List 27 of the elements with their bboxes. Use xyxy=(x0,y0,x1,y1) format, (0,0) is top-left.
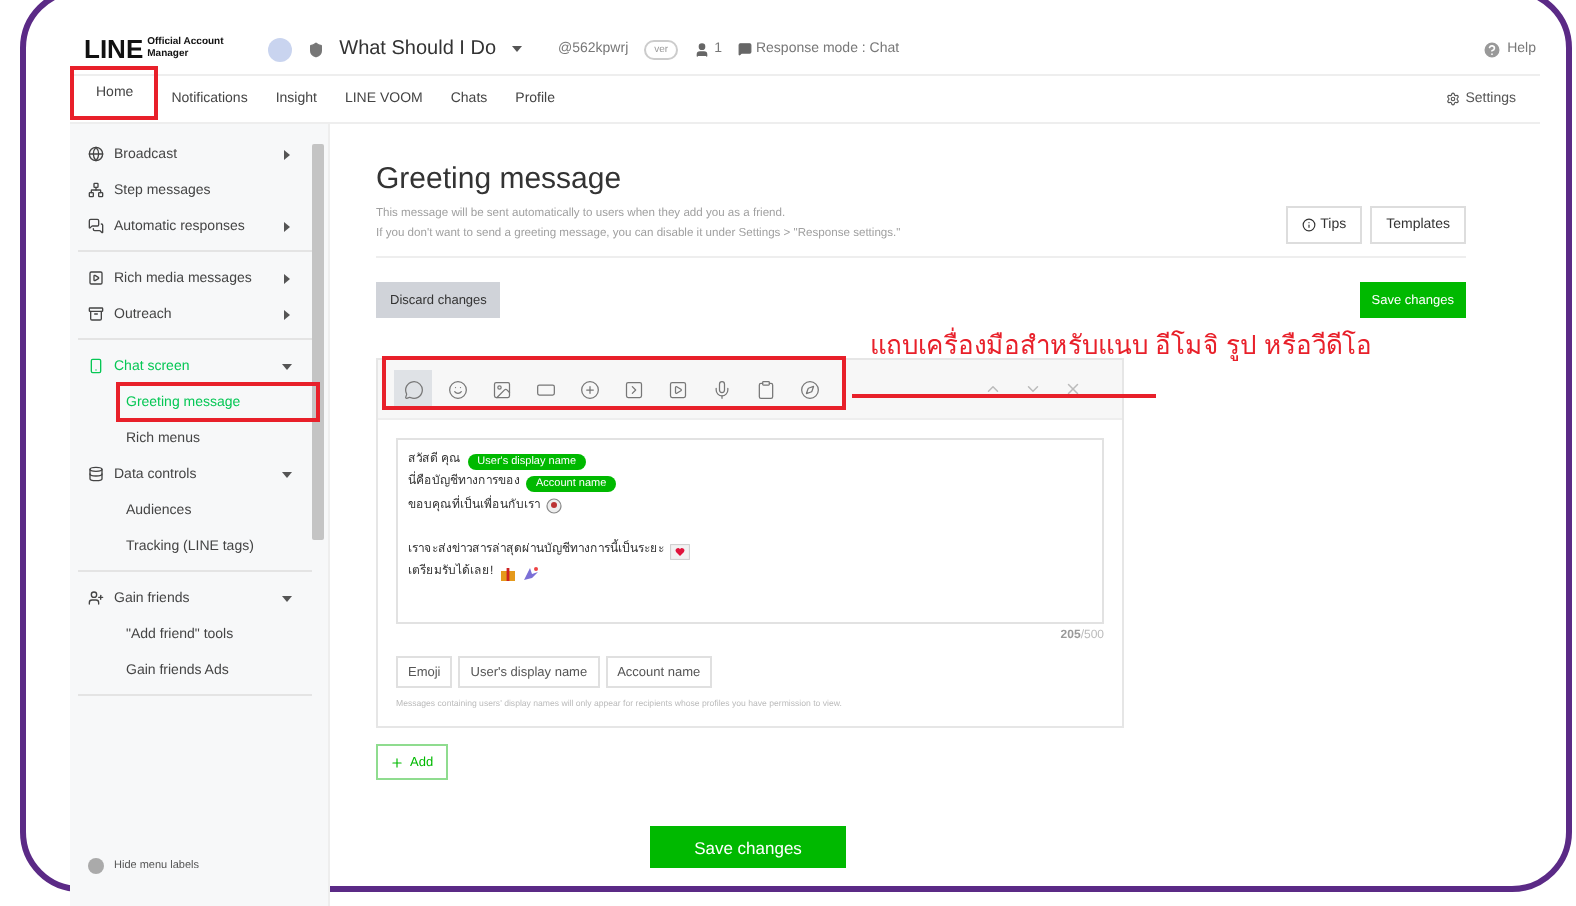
caret-icon xyxy=(512,44,522,54)
globe-icon xyxy=(88,146,104,162)
chat-icon xyxy=(737,42,752,56)
page-title: Greeting message xyxy=(376,162,624,196)
shield-icon xyxy=(307,41,324,57)
account-name[interactable]: What Should I Do xyxy=(339,38,496,60)
avatar xyxy=(267,37,292,61)
chat-bubbles-icon xyxy=(88,218,104,234)
help-icon[interactable] xyxy=(1481,39,1502,59)
gift-icon xyxy=(499,565,516,582)
settings-icon xyxy=(1445,92,1460,106)
smartphone-icon xyxy=(88,358,104,374)
speech-bubble-icon[interactable] xyxy=(394,370,432,409)
toggle-dot-icon[interactable] xyxy=(88,858,104,874)
archive-icon xyxy=(88,306,104,322)
user-plus-icon xyxy=(88,590,104,606)
scrollbar[interactable] xyxy=(312,144,324,540)
hierarchy-icon xyxy=(88,182,104,198)
heart-icon xyxy=(670,543,690,560)
play-square-icon xyxy=(88,270,104,286)
person-icon xyxy=(694,41,711,57)
annotation-caption: แถบเครื่องมือสำหรับแนบ อีโมจิ รูป หรือวีดีโอ xyxy=(870,332,1372,361)
database-icon xyxy=(88,466,104,482)
logo-text: LINE xyxy=(84,34,144,64)
info-icon xyxy=(1302,218,1317,233)
close-icon[interactable] xyxy=(1064,380,1082,399)
plus-icon xyxy=(390,755,404,770)
